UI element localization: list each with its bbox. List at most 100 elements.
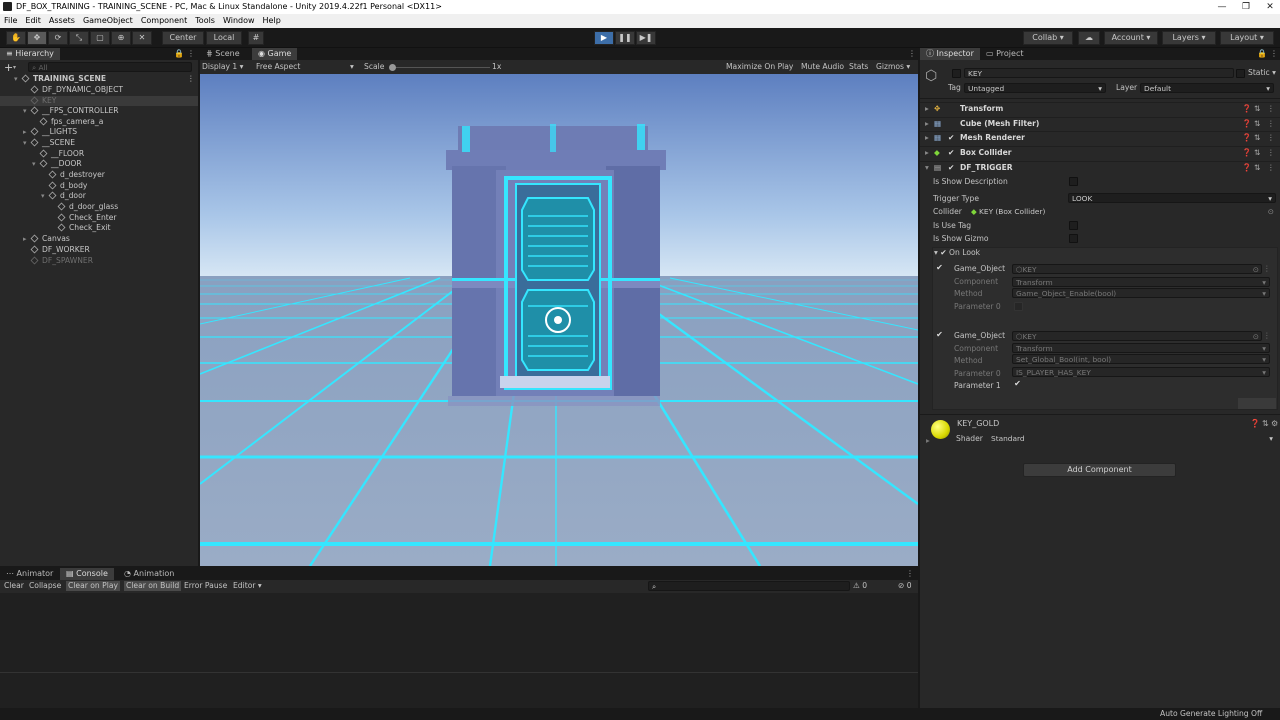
- collider-field[interactable]: ◆ KEY (Box Collider) ⊙: [968, 207, 1276, 217]
- menu-item-gameobject[interactable]: GameObject: [79, 14, 137, 28]
- console-search-input[interactable]: ⌕: [648, 581, 850, 591]
- help-icon[interactable]: ❓: [1250, 419, 1260, 428]
- help-icon[interactable]: ❓: [1242, 119, 1251, 129]
- component-header[interactable]: ▸ ◆ ✔ Box Collider ❓ ⇅ ⋮: [920, 146, 1280, 160]
- hierarchy-item[interactable]: ▾ TRAINING_SCENE ⋮: [0, 74, 198, 84]
- on-look-foldout[interactable]: ▾ ✔ On Look: [934, 248, 980, 258]
- hierarchy-item[interactable]: Check_Exit: [0, 223, 198, 233]
- foldout-arrow-icon[interactable]: ▾: [23, 138, 27, 148]
- help-icon[interactable]: ❓: [1242, 163, 1251, 173]
- tab-hierarchy[interactable]: ≡ Hierarchy: [0, 48, 60, 60]
- rotate-tool-button[interactable]: ⟳: [48, 31, 68, 45]
- tag-dropdown[interactable]: Untagged ▾: [964, 83, 1106, 93]
- tab-console[interactable]: ▤ Console: [60, 568, 114, 580]
- create-button[interactable]: +: [4, 61, 13, 74]
- stats-toggle[interactable]: Stats: [849, 62, 868, 72]
- tab-animation[interactable]: ◔ Animation: [118, 568, 180, 580]
- hierarchy-search-input[interactable]: ⌕ All: [28, 62, 192, 72]
- component-header[interactable]: ▸ ▦ ✔ Mesh Renderer ❓ ⇅ ⋮: [920, 131, 1280, 145]
- hierarchy-item[interactable]: ▸ Canvas: [0, 234, 198, 244]
- kebab-menu-icon[interactable]: ⋮: [187, 49, 195, 58]
- kebab-menu-icon[interactable]: ⋮: [1267, 119, 1275, 129]
- transform-tool-button[interactable]: ⊕: [111, 31, 131, 45]
- material-foldout-icon[interactable]: ▸: [926, 436, 930, 446]
- kebab-menu-icon[interactable]: ⋮: [1270, 49, 1278, 58]
- event2-component-dropdown[interactable]: Transform ▾: [1012, 343, 1270, 353]
- collapse-button[interactable]: Collapse: [29, 581, 61, 591]
- hierarchy-item[interactable]: d_body: [0, 181, 198, 191]
- hierarchy-item[interactable]: ▾ __DOOR: [0, 159, 198, 169]
- tab-scene[interactable]: ⋕ Scene: [200, 48, 246, 60]
- foldout-arrow-icon[interactable]: ▾: [925, 163, 929, 173]
- foldout-arrow-icon[interactable]: ▾: [41, 191, 45, 201]
- hierarchy-item[interactable]: ▸ __LIGHTS: [0, 127, 198, 137]
- menu-item-window[interactable]: Window: [219, 14, 259, 28]
- hand-tool-button[interactable]: ✋: [6, 31, 26, 45]
- maximize-on-play-toggle[interactable]: Maximize On Play: [726, 62, 793, 72]
- scale-slider-handle[interactable]: [389, 64, 396, 71]
- component-enabled-checkbox[interactable]: ✔: [948, 148, 954, 158]
- object-name-input[interactable]: KEY: [964, 68, 1234, 78]
- add-remove-event-buttons[interactable]: [1238, 398, 1276, 409]
- lighting-status[interactable]: Auto Generate Lighting Off: [1160, 709, 1262, 719]
- hierarchy-item[interactable]: fps_camera_a: [0, 117, 198, 127]
- hierarchy-item[interactable]: ▾ d_door: [0, 191, 198, 201]
- help-icon[interactable]: ❓: [1242, 104, 1251, 114]
- lock-icon[interactable]: 🔒: [174, 49, 184, 58]
- component-enabled-checkbox[interactable]: ✔: [948, 163, 954, 173]
- menu-item-assets[interactable]: Assets: [45, 14, 79, 28]
- foldout-arrow-icon[interactable]: ▾: [14, 74, 18, 84]
- hierarchy-item[interactable]: ▾ __FPS_CONTROLLER: [0, 106, 198, 116]
- aspect-dropdown[interactable]: Free Aspect ▾: [256, 62, 356, 72]
- component-header[interactable]: ▸ ▦ Cube (Mesh Filter) ❓ ⇅ ⋮: [920, 117, 1280, 131]
- menu-item-edit[interactable]: Edit: [21, 14, 45, 28]
- lock-icon[interactable]: 🔒: [1257, 49, 1267, 58]
- pivot-toggle[interactable]: Center: [162, 31, 204, 45]
- minimize-button[interactable]: —: [1214, 1, 1230, 13]
- component-header[interactable]: ▾ ▤ ✔ DF_TRIGGER ❓ ⇅ ⋮: [920, 161, 1280, 175]
- menu-item-file[interactable]: File: [0, 14, 21, 28]
- menu-item-help[interactable]: Help: [259, 14, 285, 28]
- foldout-arrow-icon[interactable]: ▸: [925, 148, 929, 158]
- tab-inspector[interactable]: ⓘ Inspector: [920, 48, 980, 60]
- custom-tool-button[interactable]: ✕: [132, 31, 152, 45]
- event2-enabled-checkbox[interactable]: ✔: [935, 331, 944, 340]
- foldout-arrow-icon[interactable]: ▸: [925, 133, 929, 143]
- add-component-button[interactable]: Add Component: [1023, 463, 1176, 477]
- scale-tool-button[interactable]: ⤡: [69, 31, 89, 45]
- hierarchy-item[interactable]: d_door_glass: [0, 202, 198, 212]
- hierarchy-item[interactable]: __FLOOR: [0, 149, 198, 159]
- active-checkbox[interactable]: [952, 69, 961, 78]
- foldout-arrow-icon[interactable]: ▸: [23, 127, 27, 137]
- kebab-menu-icon[interactable]: ⋮: [908, 49, 916, 58]
- preset-icon[interactable]: ⇅: [1254, 104, 1260, 114]
- step-button[interactable]: ▶❚: [636, 31, 656, 45]
- display-dropdown[interactable]: Display 1 ▾: [202, 62, 243, 72]
- close-button[interactable]: ✕: [1262, 1, 1278, 13]
- preset-icon[interactable]: ⇅: [1262, 419, 1269, 428]
- preset-icon[interactable]: ⇅: [1254, 133, 1260, 143]
- error-pause-toggle[interactable]: Error Pause: [184, 581, 227, 591]
- kebab-menu-icon[interactable]: ⋮: [1267, 104, 1275, 114]
- is-use-tag-checkbox[interactable]: [1069, 221, 1078, 230]
- hierarchy-item[interactable]: DF_SPAWNER: [0, 256, 198, 266]
- clear-on-play-toggle[interactable]: Clear on Play: [66, 581, 120, 591]
- kebab-menu-icon[interactable]: ⋮: [1267, 148, 1275, 158]
- event2-menu-icon[interactable]: ⋮: [1263, 331, 1271, 341]
- event2-param0-dropdown[interactable]: IS_PLAYER_HAS_KEY ▾: [1012, 367, 1270, 377]
- event1-param0-checkbox[interactable]: [1014, 302, 1023, 311]
- layout-dropdown[interactable]: Layout ▾: [1220, 31, 1274, 45]
- event2-method-dropdown[interactable]: Set_Global_Bool(int, bool) ▾: [1012, 354, 1270, 364]
- rect-tool-button[interactable]: ▢: [90, 31, 110, 45]
- menu-item-tools[interactable]: Tools: [191, 14, 219, 28]
- hierarchy-item[interactable]: DF_DYNAMIC_OBJECT: [0, 85, 198, 95]
- hierarchy-item[interactable]: Check_Enter: [0, 213, 198, 223]
- space-toggle[interactable]: Local: [206, 31, 242, 45]
- preset-icon[interactable]: ⇅: [1254, 119, 1260, 129]
- collab-button[interactable]: Collab ▾: [1023, 31, 1073, 45]
- event1-method-dropdown[interactable]: Game_Object_Enable(bool) ▾: [1012, 288, 1270, 298]
- foldout-arrow-icon[interactable]: ▾: [23, 106, 27, 116]
- tab-animator[interactable]: ⋯ Animator: [0, 568, 59, 580]
- clear-button[interactable]: Clear: [4, 581, 24, 591]
- event1-component-dropdown[interactable]: Transform ▾: [1012, 277, 1270, 287]
